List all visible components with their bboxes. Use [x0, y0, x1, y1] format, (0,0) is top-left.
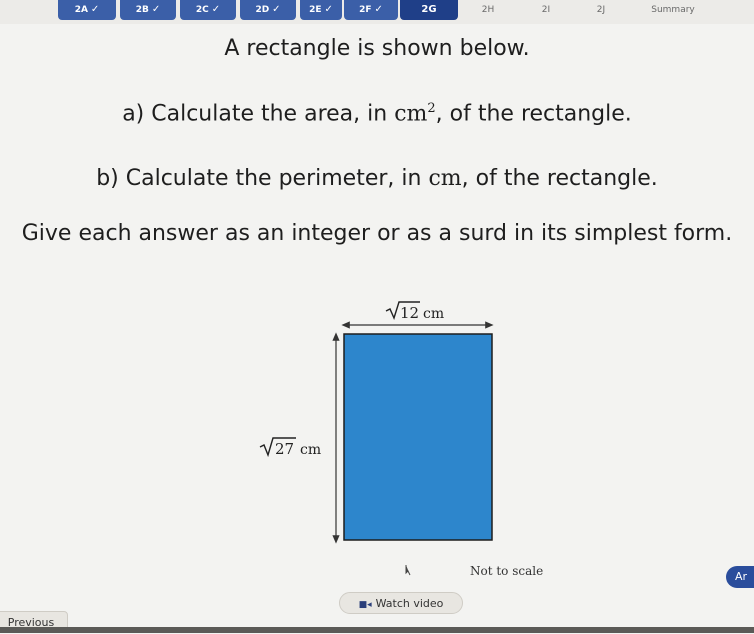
progress-tab-bar: 2A ✓ 2B ✓ 2C ✓ 2D ✓ 2E ✓ 2F ✓ 2G 2H 2I 2J Summ…	[0, 0, 754, 24]
sqrt-sign-icon	[259, 437, 296, 458]
mouse-cursor-icon	[405, 565, 411, 576]
question-part-b: b) Calculate the perimeter, in cm, of th…	[96, 166, 658, 191]
width-radicand: 12	[400, 304, 419, 322]
tab-2e[interactable]: 2E ✓	[300, 0, 342, 20]
tab-2f[interactable]: 2F ✓	[344, 0, 398, 20]
question-intro: A rectangle is shown below.	[224, 36, 530, 61]
bottom-strip	[0, 627, 754, 633]
tab-2b[interactable]: 2B ✓	[120, 0, 176, 20]
tab-2g[interactable]: 2G	[400, 0, 458, 20]
check-icon: ✓	[374, 4, 383, 15]
tab-2c[interactable]: 2C ✓	[180, 0, 236, 20]
answer-button[interactable]: Ar	[726, 566, 754, 588]
watch-video-button[interactable]: ■◂ Watch video	[339, 592, 463, 614]
tab-2d[interactable]: 2D ✓	[240, 0, 296, 20]
question-part-a: a) Calculate the area, in cm2, of the re…	[122, 101, 632, 127]
not-to-scale-note: Not to scale	[470, 564, 543, 578]
tab-2i[interactable]: 2I	[518, 0, 574, 20]
sqrt-sign-icon	[385, 301, 420, 320]
tab-summary[interactable]: Summary	[628, 0, 718, 20]
tab-2j[interactable]: 2J	[576, 0, 626, 20]
check-icon: ✓	[324, 4, 333, 15]
check-icon: ✓	[151, 4, 161, 15]
play-video-icon: ■◂	[358, 600, 372, 610]
question-instruction: Give each answer as an integer or as a s…	[21, 221, 733, 246]
height-label: 27 cm	[259, 437, 321, 458]
check-icon: ✓	[90, 4, 100, 15]
tab-2h[interactable]: 2H	[460, 0, 516, 20]
blue-rectangle	[343, 333, 493, 541]
height-unit: cm	[300, 442, 321, 458]
width-unit: cm	[423, 306, 444, 322]
check-icon: ✓	[272, 4, 281, 15]
tab-2a[interactable]: 2A ✓	[58, 0, 116, 20]
rectangle-diagram: 12 cm 27 cm Not to scale	[259, 301, 543, 578]
height-radicand: 27	[275, 440, 294, 458]
width-label: 12 cm	[385, 301, 444, 322]
check-icon: ✓	[211, 4, 221, 15]
